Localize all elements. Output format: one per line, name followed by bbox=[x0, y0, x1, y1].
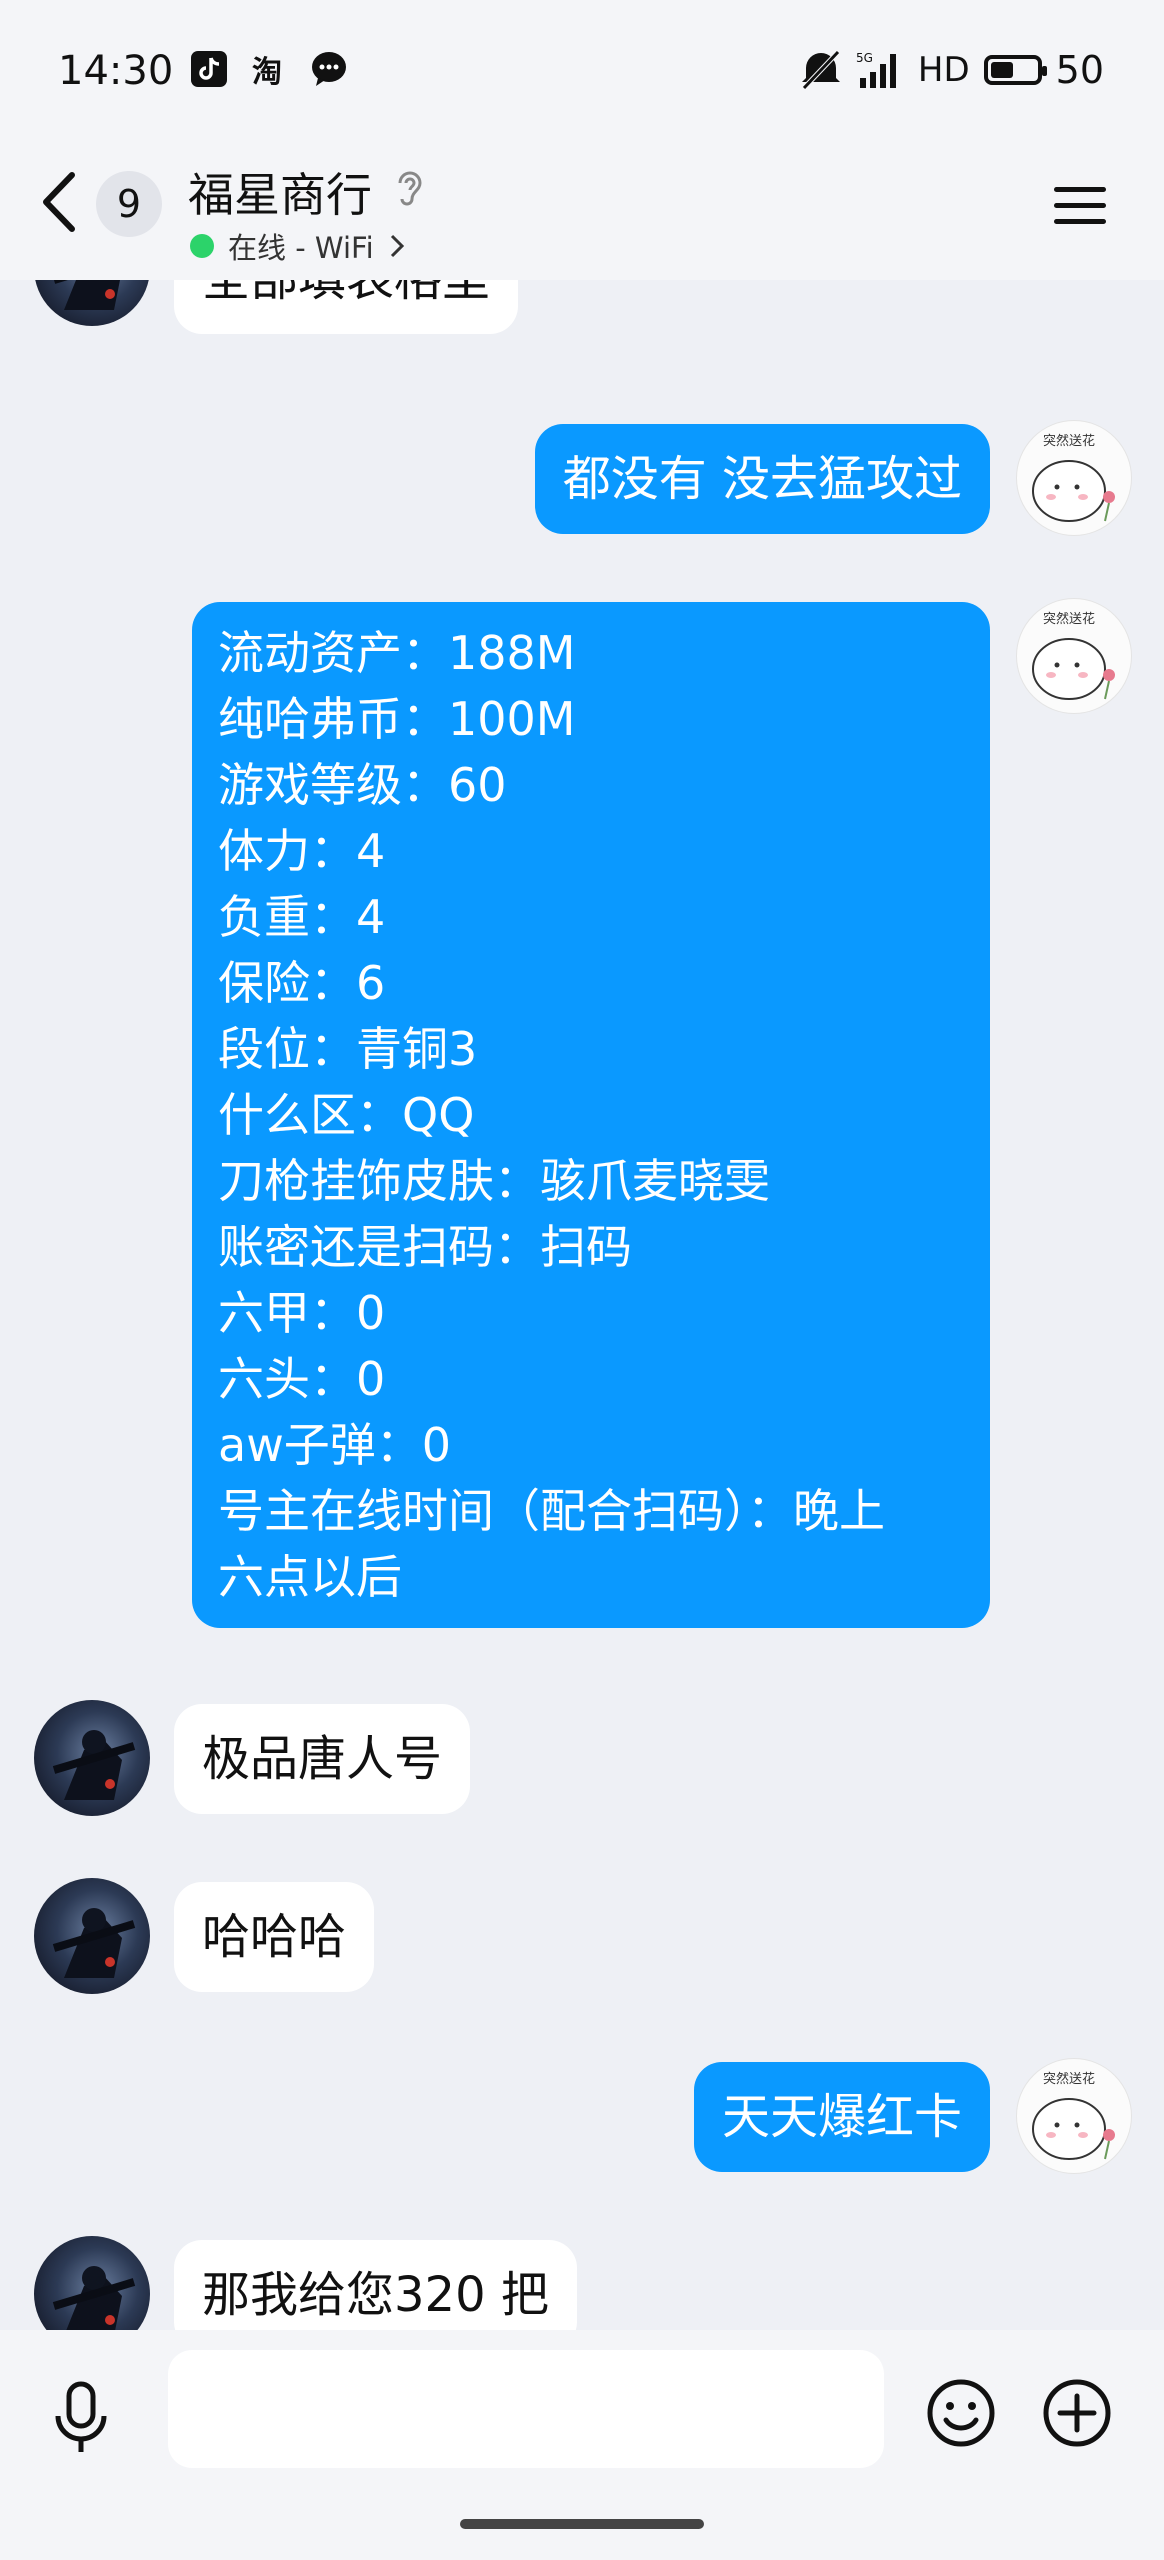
message-list[interactable]: 全部填表格里 突然送花 都没有 没去猛攻过 突然送花 流动资产：188M bbox=[0, 280, 1164, 2330]
soldier-avatar-icon bbox=[54, 280, 120, 310]
back-button[interactable] bbox=[36, 167, 86, 237]
cat-flower-avatar-icon: 突然送花 bbox=[1032, 611, 1115, 700]
form-line: 刀枪挂饰皮肤：骇爪麦晓雯 bbox=[218, 1154, 770, 1208]
form-line: 保险：6 bbox=[218, 956, 386, 1010]
cat-flower-avatar-icon: 突然送花 bbox=[1032, 2071, 1115, 2160]
unread-count-badge[interactable]: 9 bbox=[96, 171, 162, 237]
self-avatar[interactable]: 突然送花 bbox=[1016, 420, 1132, 536]
self-avatar[interactable]: 突然送花 bbox=[1016, 2058, 1132, 2174]
status-time: 14:30 bbox=[58, 48, 174, 94]
form-line: 六头：0 bbox=[218, 1352, 386, 1406]
soldier-avatar-icon bbox=[52, 2266, 136, 2330]
form-line: 流动资产：188M bbox=[218, 626, 576, 680]
home-indicator[interactable] bbox=[460, 2519, 704, 2529]
message-bubble-out[interactable]: 都没有 没去猛攻过 bbox=[534, 424, 990, 534]
form-line: aw子弹：0 bbox=[218, 1418, 452, 1472]
status-right: 5G HD 50 bbox=[800, 48, 1104, 92]
message-bubble-out[interactable]: 天天爆红卡 bbox=[693, 2062, 990, 2172]
plus-button[interactable] bbox=[1042, 2378, 1112, 2448]
soldier-avatar-icon bbox=[52, 1908, 136, 1978]
avatar-caption: 突然送花 bbox=[1043, 433, 1095, 449]
mute-icon bbox=[801, 50, 840, 90]
avatar-caption: 突然送花 bbox=[1043, 2071, 1095, 2087]
form-line: 账密还是扫码：扫码 bbox=[218, 1220, 632, 1274]
contact-avatar[interactable] bbox=[34, 1700, 150, 1816]
ear-icon[interactable] bbox=[392, 167, 426, 211]
form-line: 体力：4 bbox=[218, 824, 386, 878]
online-dot bbox=[190, 234, 214, 258]
avatar-caption: 突然送花 bbox=[1043, 611, 1095, 627]
online-status-text: 在线 - WiFi bbox=[228, 231, 374, 265]
message-bubble-in[interactable]: 哈哈哈 bbox=[174, 1882, 375, 1992]
message-bubble-in[interactable]: 全部填表格里 bbox=[174, 280, 519, 334]
chat-title[interactable]: 福星商行 bbox=[188, 159, 372, 225]
form-line: 号主在线时间（配合扫码）：晚上 bbox=[218, 1484, 885, 1538]
self-avatar[interactable]: 突然送花 bbox=[1016, 598, 1132, 714]
contact-avatar[interactable] bbox=[34, 280, 150, 326]
tiktok-icon bbox=[191, 51, 227, 87]
message-bubble-in[interactable]: 那我给您320 把 bbox=[174, 2240, 577, 2330]
battery-level: 50 bbox=[1055, 48, 1104, 92]
contact-avatar[interactable] bbox=[34, 2236, 150, 2330]
menu-button[interactable] bbox=[1052, 183, 1108, 229]
microphone-button[interactable] bbox=[52, 2380, 110, 2456]
taobao-icon: 淘 bbox=[252, 55, 282, 88]
message-bubble-out-form[interactable]: 流动资产：188M 纯哈弗币：100M 游戏等级：60 体力：4 负重：4 保险… bbox=[192, 602, 990, 1628]
cat-flower-avatar-icon: 突然送花 bbox=[1032, 433, 1115, 522]
form-line: 负重：4 bbox=[218, 890, 386, 944]
emoji-button[interactable] bbox=[926, 2378, 996, 2448]
form-line: 段位：青铜3 bbox=[218, 1022, 478, 1076]
message-bubble-in[interactable]: 极品唐人号 bbox=[174, 1704, 471, 1814]
chat-app-icon bbox=[312, 52, 346, 86]
svg-text:淘: 淘 bbox=[252, 55, 282, 88]
signal-icon: 5G bbox=[856, 51, 896, 88]
contact-avatar[interactable] bbox=[34, 1878, 150, 1994]
hd-label: HD bbox=[917, 50, 970, 90]
chevron-right-icon bbox=[390, 234, 404, 258]
battery-icon bbox=[983, 55, 1047, 85]
form-line: 纯哈弗币：100M bbox=[218, 692, 576, 746]
status-bar: 14:30 淘 5G HD 50 bbox=[0, 0, 1164, 145]
svg-text:5G: 5G bbox=[856, 51, 873, 65]
online-status[interactable]: 在线 - WiFi bbox=[190, 225, 406, 267]
form-line: 六点以后 bbox=[218, 1550, 402, 1604]
form-line: 什么区：QQ bbox=[218, 1088, 475, 1142]
message-input[interactable] bbox=[168, 2350, 884, 2468]
form-line: 游戏等级：60 bbox=[218, 758, 507, 812]
chat-header: 9 福星商行 在线 - WiFi bbox=[0, 145, 1164, 280]
form-line: 六甲：0 bbox=[218, 1286, 386, 1340]
soldier-avatar-icon bbox=[52, 1730, 136, 1800]
